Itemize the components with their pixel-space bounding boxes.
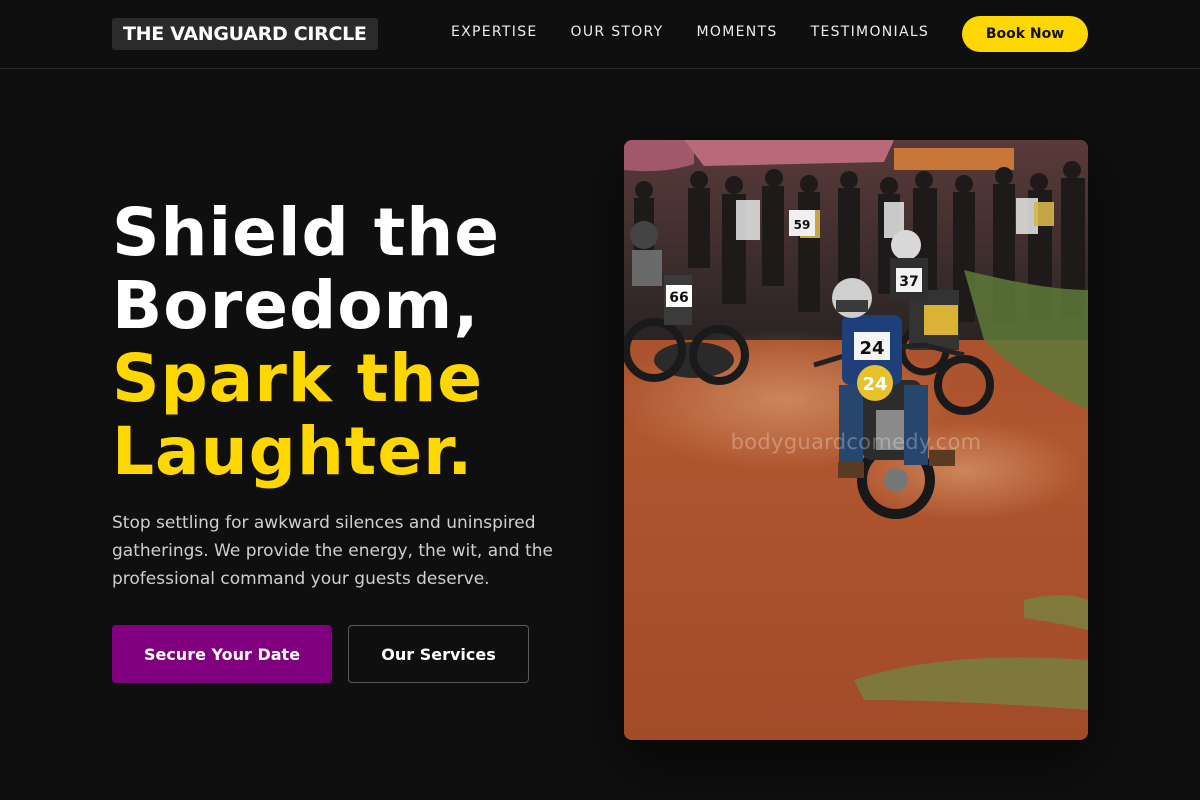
site-header: THE VANGUARD CIRCLE EXPERTISE OUR STORY … bbox=[0, 0, 1200, 69]
hero-photo: 66 37 24 24 59 bodyguardcomedy.com bbox=[624, 140, 1088, 740]
rider-number-37: 37 bbox=[899, 274, 918, 290]
secure-your-date-button[interactable]: Secure Your Date bbox=[112, 625, 332, 683]
hero-headline: Shield the Boredom, Spark the Laughter. bbox=[112, 196, 500, 488]
hero-description: Stop settling for awkward silences and u… bbox=[112, 513, 554, 589]
rider-number-24-plate: 24 bbox=[862, 374, 887, 395]
headline-line-2: Boredom, bbox=[112, 267, 480, 344]
nav-link-testimonials[interactable]: TESTIMONIALS bbox=[811, 23, 930, 41]
nav-link-expertise[interactable]: EXPERTISE bbox=[451, 23, 538, 41]
nav-link-our-story[interactable]: OUR STORY bbox=[571, 23, 664, 41]
book-now-button[interactable]: Book Now bbox=[962, 16, 1088, 52]
rider-number-66: 66 bbox=[669, 290, 688, 306]
site-logo[interactable]: THE VANGUARD CIRCLE bbox=[112, 18, 378, 50]
headline-line-1: Shield the bbox=[112, 194, 501, 271]
headline-line-4: Laughter. bbox=[112, 413, 474, 490]
rider-number-59: 59 bbox=[794, 218, 811, 232]
main-nav: EXPERTISE OUR STORY MOMENTS TESTIMONIALS bbox=[451, 23, 929, 41]
motorcycle-race-illustration: 66 37 24 24 59 bbox=[624, 140, 1088, 740]
rider-number-24-bib: 24 bbox=[859, 338, 884, 359]
our-services-button[interactable]: Our Services bbox=[348, 625, 529, 683]
headline-line-3: Spark the bbox=[112, 340, 484, 417]
nav-link-moments[interactable]: MOMENTS bbox=[697, 23, 778, 41]
